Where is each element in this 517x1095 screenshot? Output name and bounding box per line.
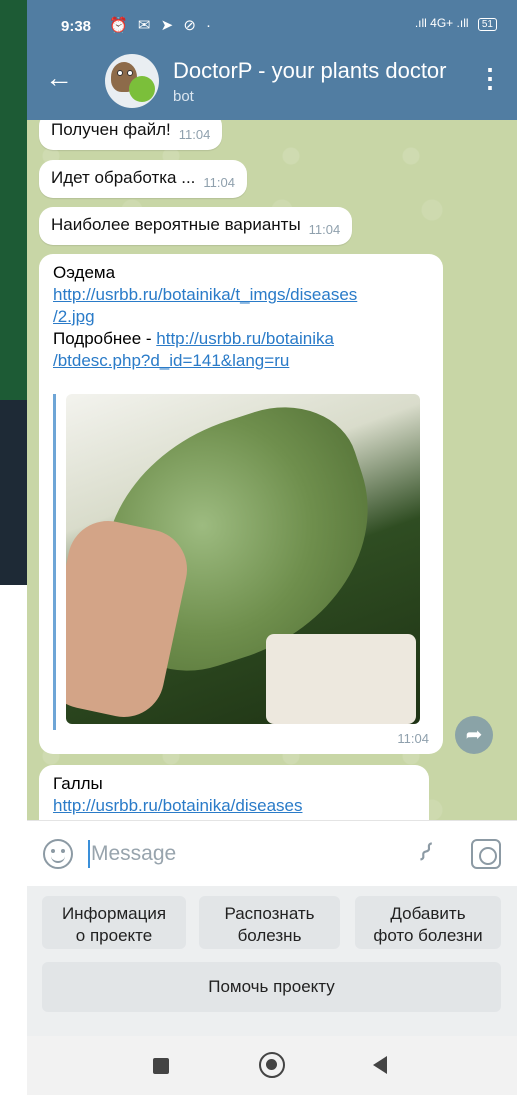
button-label-line1: Добавить xyxy=(390,903,466,923)
avatar-eye-left xyxy=(117,70,123,76)
emoji-icon[interactable] xyxy=(43,839,73,869)
home-circle-icon[interactable] xyxy=(259,1052,285,1078)
message-bubble[interactable]: Наиболее вероятные варианты 11:04 xyxy=(39,207,353,245)
message-bubble[interactable]: Идет обработка ... 11:04 xyxy=(39,160,247,198)
share-forward-icon[interactable]: ➦ xyxy=(455,716,493,754)
chat-header: ← DoctorP - your plants doctor bot ⋮ xyxy=(27,44,517,120)
avatar-eye-right xyxy=(127,70,133,76)
signal-icon: .ıll xyxy=(414,16,427,30)
details-link[interactable]: http://usrbb.ru/botainika xyxy=(156,329,334,348)
bot-keyboard: Информация о проекте Распознать болезнь … xyxy=(27,886,517,1036)
button-label-line2: о проекте xyxy=(75,925,153,945)
photo-pot xyxy=(266,634,416,724)
chat-area[interactable]: Получен файл! 11:04 Идет обработка ... 11:… xyxy=(27,120,517,820)
image-link[interactable]: http://usrbb.ru/botainika/t_imgs/disease… xyxy=(53,285,357,304)
signal-icon-2: .ıll xyxy=(456,16,469,30)
diagnosis-name-2: Галлы xyxy=(53,774,103,793)
battery-icon: 51 xyxy=(477,18,497,31)
chat-title[interactable]: DoctorP - your plants doctor xyxy=(173,58,463,84)
button-label-line2: болезнь xyxy=(237,925,302,945)
bot-avatar[interactable] xyxy=(105,54,159,108)
back-triangle-icon[interactable] xyxy=(373,1056,387,1074)
back-arrow-icon[interactable]: ← xyxy=(45,64,73,92)
avatar-plant-figure xyxy=(129,76,155,102)
screenshot-stage: 9:38 ⏰ ✉ ➤ ⊘ · .ıll 4G+ .ıll 51 ← Doctor… xyxy=(0,0,517,1095)
recognize-disease-button[interactable]: Распознать болезнь xyxy=(199,896,340,949)
diagnosis-card[interactable]: Оэдема http://usrbb.ru/botainika/t_imgs/… xyxy=(39,254,443,754)
project-info-button[interactable]: Информация о проекте xyxy=(42,896,186,949)
chat-subtitle: bot xyxy=(173,88,194,105)
phone-screen: 9:38 ⏰ ✉ ➤ ⊘ · .ıll 4G+ .ıll 51 ← Doctor… xyxy=(27,0,517,1095)
button-label-line1: Распознать xyxy=(224,903,315,923)
button-label-line1: Информация xyxy=(61,903,167,923)
photo-thumb xyxy=(66,513,195,724)
text-cursor xyxy=(88,840,90,868)
android-nav-bar xyxy=(27,1036,517,1095)
plant-disease-photo[interactable] xyxy=(66,394,420,724)
notification-icons: ⏰ ✉ ➤ ⊘ · xyxy=(109,17,215,34)
recents-square-icon[interactable] xyxy=(153,1058,169,1074)
link-preview[interactable] xyxy=(53,394,430,730)
network-type: 4G+ xyxy=(430,16,454,30)
message-time: 11:04 xyxy=(308,222,341,237)
message-input[interactable] xyxy=(91,837,391,871)
add-disease-photo-button[interactable]: Добавить фото болезни xyxy=(355,896,501,949)
diagnosis-card-2[interactable]: Галлы http://usrbb.ru/botainika/diseases xyxy=(39,765,429,820)
message-input-bar: ⌇ xyxy=(27,820,517,886)
more-menu-icon[interactable]: ⋮ xyxy=(477,65,503,91)
status-bar: 9:38 ⏰ ✉ ➤ ⊘ · .ıll 4G+ .ıll 51 xyxy=(27,0,517,44)
help-project-button[interactable]: Помочь проекту xyxy=(42,962,501,1012)
message-time: 11:04 xyxy=(397,731,429,746)
status-right-icons: .ıll 4G+ .ıll 51 xyxy=(415,16,497,31)
message-bubble[interactable]: Получен файл! 11:04 xyxy=(39,120,223,150)
button-label-line2: фото болезни xyxy=(373,925,483,945)
image-link-cont[interactable]: /2.jpg xyxy=(53,307,95,326)
diagnosis-link-2[interactable]: http://usrbb.ru/botainika/diseases xyxy=(53,796,302,815)
message-text: Получен файл! xyxy=(51,120,171,139)
details-link-cont[interactable]: /btdesc.php?d_id=141&lang=ru xyxy=(53,351,289,370)
camera-icon[interactable] xyxy=(471,839,501,869)
message-text: Наиболее вероятные варианты xyxy=(51,215,301,234)
message-time: 11:04 xyxy=(203,175,235,190)
attach-paperclip-icon[interactable]: ⌇ xyxy=(411,836,440,869)
message-text: Идет обработка ... xyxy=(51,168,196,187)
message-time: 11:04 xyxy=(178,127,211,142)
status-time: 9:38 xyxy=(61,18,92,35)
diagnosis-name: Оэдема xyxy=(53,263,116,282)
more-label: Подробнее - xyxy=(53,329,157,348)
